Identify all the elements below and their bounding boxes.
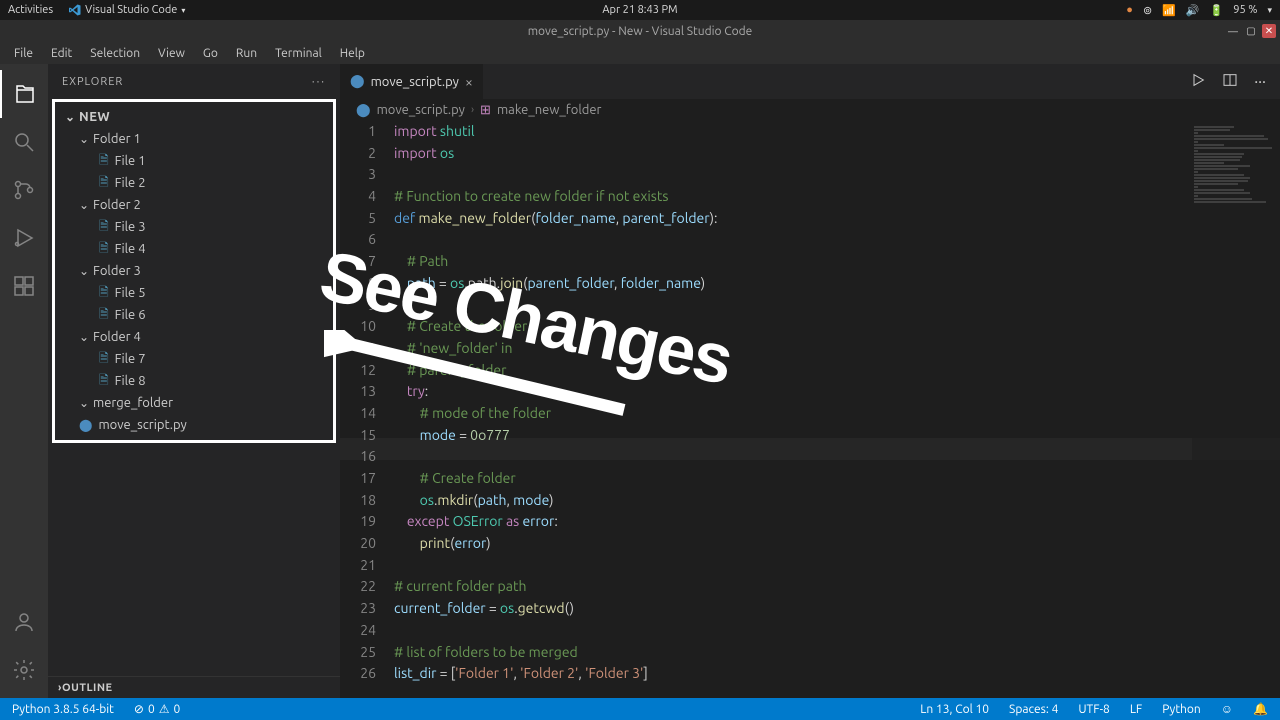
status-problems[interactable]: ⊘0 ⚠0 [130, 702, 184, 716]
chevron-down-icon: ⌄ [79, 330, 93, 344]
file-item[interactable]: 🗎File 3 [55, 216, 333, 238]
file-item[interactable]: 🗎File 1 [55, 150, 333, 172]
tab-active[interactable]: ⬤ move_script.py × [340, 64, 484, 99]
python-file-icon: ⬤ [350, 74, 365, 89]
file-icon: 🗎 [99, 349, 109, 370]
sidebar-title: EXPLORER [62, 76, 123, 88]
status-cursor[interactable]: Ln 13, Col 10 [916, 703, 993, 716]
file-item[interactable]: 🗎File 8 [55, 370, 333, 392]
explorer-tree: ⌄ NEW ⌄Folder 1🗎File 1🗎File 2⌄Folder 2🗎F… [52, 99, 336, 443]
chevron-down-icon: ⌄ [79, 264, 93, 278]
activities-menu[interactable]: Activities [8, 4, 53, 16]
file-item[interactable]: 🗎File 7 [55, 348, 333, 370]
file-item[interactable]: 🗎File 5 [55, 282, 333, 304]
error-icon: ⊘ [134, 702, 144, 716]
warning-icon: ⚠ [159, 702, 170, 716]
window-title: move_script.py - New - Visual Studio Cod… [528, 25, 753, 38]
code-content[interactable]: import shutilimport os# Function to crea… [394, 121, 1280, 698]
split-editor-icon[interactable] [1222, 72, 1238, 92]
vscode-icon [69, 4, 81, 16]
file-icon: 🗎 [99, 305, 109, 326]
menu-help[interactable]: Help [332, 45, 373, 62]
minimap[interactable] [1192, 121, 1280, 698]
file-icon: 🗎 [99, 151, 109, 172]
chevron-down-icon: ▾ [181, 6, 185, 15]
folder-item[interactable]: ⌄Folder 3 [55, 260, 333, 282]
chevron-down-icon: ⌄ [79, 396, 93, 410]
folder-item[interactable]: ⌄Folder 2 [55, 194, 333, 216]
outline-section[interactable]: › OUTLINE [48, 676, 340, 698]
accounts-icon[interactable] [0, 598, 48, 646]
menu-run[interactable]: Run [228, 45, 265, 62]
source-control-icon[interactable] [0, 166, 48, 214]
app-menu[interactable]: Visual Studio Code ▾ [69, 4, 185, 16]
chevron-down-icon: ⌄ [65, 110, 79, 124]
file-item[interactable]: 🗎File 2 [55, 172, 333, 194]
chevron-down-icon: ⌄ [79, 198, 93, 212]
file-item[interactable]: 🗎File 4 [55, 238, 333, 260]
status-feedback-icon[interactable]: ☺ [1217, 702, 1237, 716]
minimize-button[interactable]: — [1226, 24, 1240, 38]
run-debug-icon[interactable] [0, 214, 48, 262]
menu-go[interactable]: Go [195, 45, 226, 62]
run-file-icon[interactable] [1190, 72, 1206, 92]
wifi-icon[interactable]: 📶 [1162, 4, 1176, 17]
tab-bar: ⬤ move_script.py × ··· [340, 64, 1280, 99]
close-button[interactable]: ✕ [1262, 24, 1276, 38]
extensions-icon[interactable] [0, 262, 48, 310]
file-icon: 🗎 [99, 371, 109, 392]
tray-icon[interactable]: ● [1126, 4, 1133, 16]
chevron-down-icon[interactable]: ▾ [1267, 5, 1272, 16]
editor-area: ⬤ move_script.py × ··· ⬤ move_script.py … [340, 64, 1280, 698]
file-icon: 🗎 [99, 173, 109, 194]
status-indent[interactable]: Spaces: 4 [1005, 703, 1062, 716]
close-icon[interactable]: × [465, 74, 473, 90]
status-eol[interactable]: LF [1126, 703, 1146, 716]
tab-label: move_script.py [371, 75, 459, 89]
menu-terminal[interactable]: Terminal [267, 45, 330, 62]
battery-percent: 95 % [1233, 4, 1257, 16]
file-item[interactable]: ⬤move_script.py [55, 414, 333, 436]
volume-icon[interactable]: 🔊 [1186, 4, 1200, 17]
folder-item[interactable]: ⌄Folder 4 [55, 326, 333, 348]
search-icon[interactable] [0, 118, 48, 166]
breadcrumb[interactable]: ⬤ move_script.py › ⊞ make_new_folder [340, 99, 1280, 121]
python-file-icon: ⬤ [79, 418, 92, 432]
file-icon: 🗎 [99, 239, 109, 260]
folder-item[interactable]: ⌄merge_folder [55, 392, 333, 414]
settings-gear-icon[interactable] [0, 646, 48, 694]
chevron-right-icon: › [471, 104, 474, 116]
sidebar: EXPLORER ··· ⌄ NEW ⌄Folder 1🗎File 1🗎File… [48, 64, 340, 698]
chevron-down-icon: ⌄ [79, 132, 93, 146]
file-icon: 🗎 [99, 217, 109, 238]
activity-bar [0, 64, 48, 698]
system-bar: Activities Visual Studio Code ▾ Apr 21 8… [0, 0, 1280, 20]
explorer-icon[interactable] [0, 70, 48, 118]
menu-edit[interactable]: Edit [43, 45, 80, 62]
function-icon: ⊞ [480, 103, 491, 118]
menu-bar: File Edit Selection View Go Run Terminal… [0, 42, 1280, 64]
status-language[interactable]: Python [1158, 703, 1205, 716]
status-python[interactable]: Python 3.8.5 64-bit [8, 703, 118, 716]
file-icon: 🗎 [99, 283, 109, 304]
status-bar: Python 3.8.5 64-bit ⊘0 ⚠0 Ln 13, Col 10 … [0, 698, 1280, 720]
line-numbers: 1234567891011121314151617181920212223242… [340, 121, 394, 698]
folder-item[interactable]: ⌄Folder 1 [55, 128, 333, 150]
menu-file[interactable]: File [6, 45, 41, 62]
menu-selection[interactable]: Selection [82, 45, 148, 62]
editor-more-icon[interactable]: ··· [1254, 73, 1266, 91]
menu-view[interactable]: View [150, 45, 193, 62]
file-item[interactable]: 🗎File 6 [55, 304, 333, 326]
clock[interactable]: Apr 21 8:43 PM [602, 4, 677, 16]
network-icon[interactable]: ⊚ [1143, 4, 1152, 17]
status-bell-icon[interactable]: 🔔 [1249, 702, 1272, 716]
status-encoding[interactable]: UTF-8 [1074, 703, 1113, 716]
maximize-button[interactable]: ▢ [1244, 24, 1258, 38]
python-file-icon: ⬤ [356, 103, 371, 118]
sidebar-more-icon[interactable]: ··· [312, 76, 326, 88]
title-bar: move_script.py - New - Visual Studio Cod… [0, 20, 1280, 42]
battery-icon[interactable]: 🔋 [1210, 4, 1224, 17]
code-editor[interactable]: 1234567891011121314151617181920212223242… [340, 121, 1280, 698]
workspace-root[interactable]: ⌄ NEW [55, 106, 333, 128]
